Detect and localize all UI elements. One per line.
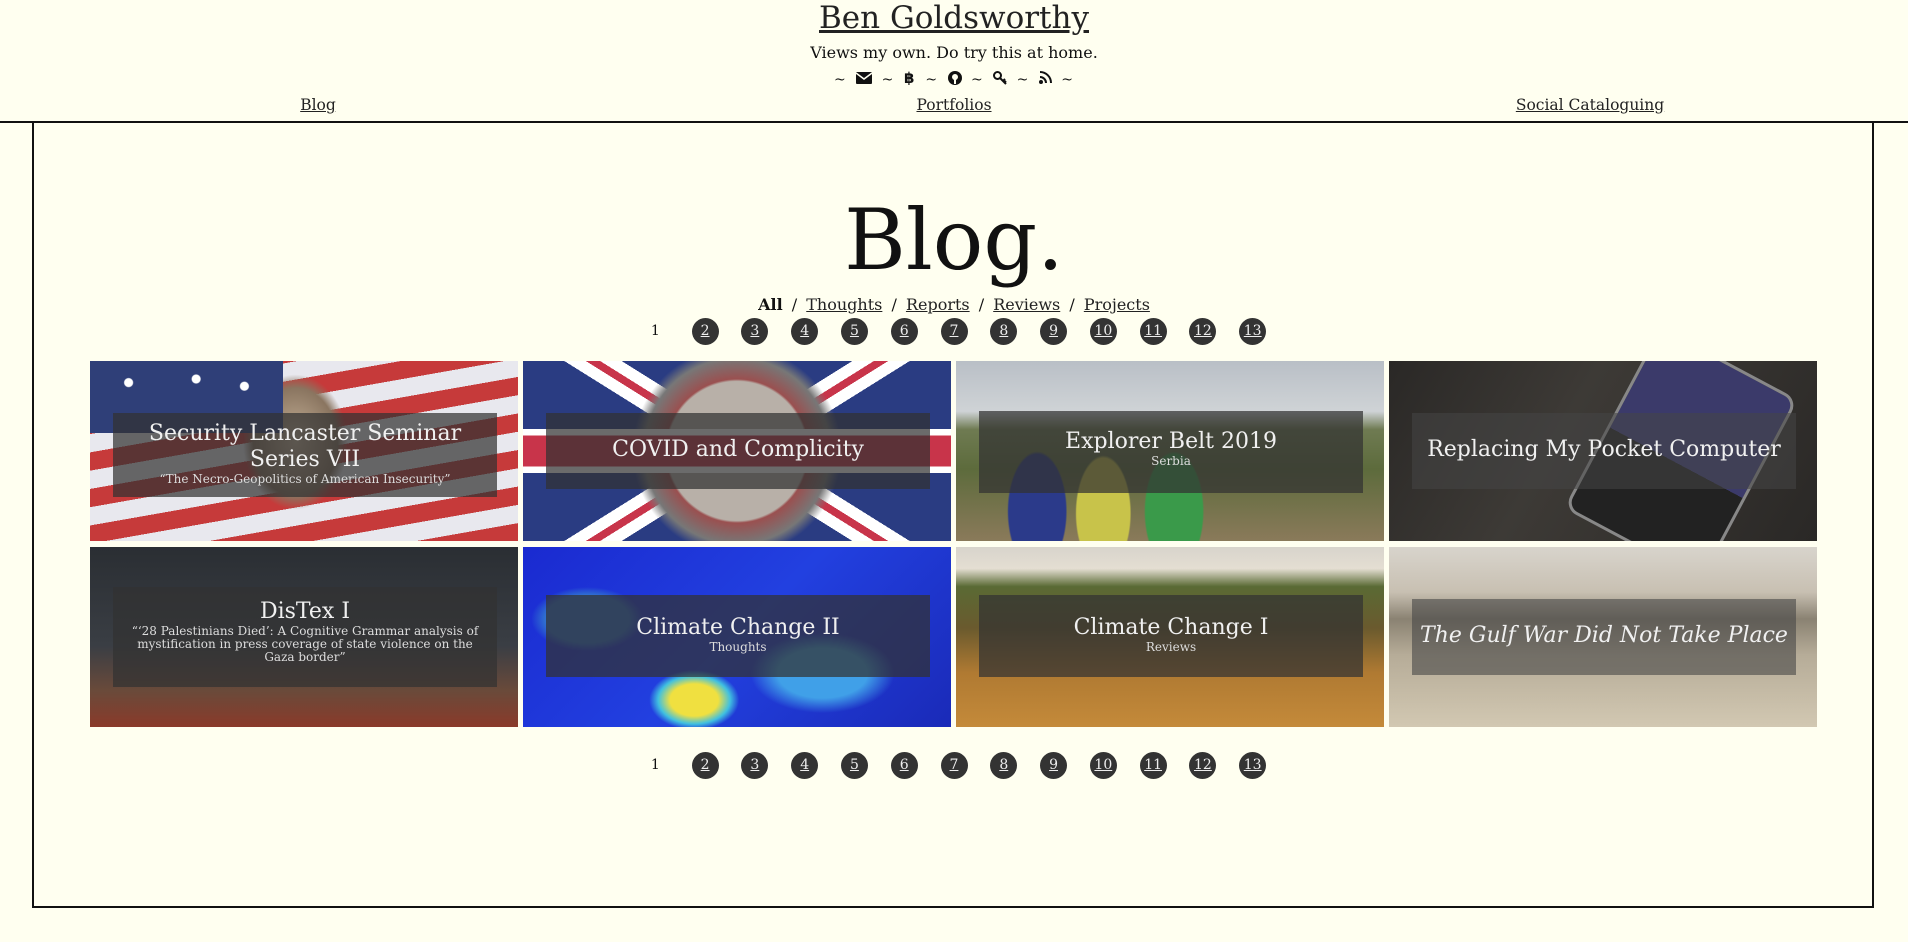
page-link[interactable]: 9 [1040, 752, 1068, 779]
page-link[interactable]: 5 [840, 318, 868, 345]
post-card-subtitle: Reviews [1145, 640, 1197, 654]
page-link[interactable]: 10 [1089, 752, 1117, 779]
post-card-overlay: COVID and Complicity [546, 413, 930, 489]
post-card[interactable]: Climate Change I Reviews [956, 547, 1384, 727]
post-card[interactable]: DisTex I “‘28 Palestinians Died’: A Cogn… [90, 547, 518, 727]
page-link[interactable]: 2 [691, 318, 719, 345]
post-card-title: Replacing My Pocket Computer [1427, 437, 1781, 462]
filter-projects[interactable]: Projects [1084, 295, 1150, 314]
bitcoin-icon[interactable]: ฿ [904, 69, 916, 90]
post-card-overlay: Climate Change I Reviews [979, 595, 1363, 677]
page-link[interactable]: 7 [940, 318, 968, 345]
post-card-subtitle: Thoughts [709, 640, 767, 654]
post-card-title: Security Lancaster Seminar Series VII [148, 421, 462, 472]
post-card-overlay: Security Lancaster Seminar Series VII “T… [113, 413, 497, 497]
site-title-link[interactable]: Ben Goldsworthy [819, 0, 1089, 36]
page-link[interactable]: 11 [1139, 318, 1167, 345]
email-icon[interactable] [855, 71, 873, 89]
page-link[interactable]: 12 [1189, 752, 1217, 779]
post-card[interactable]: Climate Change II Thoughts [523, 547, 951, 727]
post-card-title: The Gulf War Did Not Take Place [1420, 623, 1788, 648]
key-icon[interactable] [993, 70, 1007, 90]
pagination-bottom: 1 2 3 4 5 6 7 8 9 10 11 12 13 [0, 752, 1908, 782]
nav-portfolios-link[interactable]: Portfolios [916, 96, 991, 114]
post-card-title: Explorer Belt 2019 [1065, 429, 1277, 454]
page-current: 1 [650, 323, 660, 339]
filter-separator: / [978, 295, 985, 314]
page-link[interactable]: 3 [741, 318, 769, 345]
page-link[interactable]: 7 [940, 752, 968, 779]
post-card-subtitle: “The Necro-Geopolitics of American Insec… [159, 472, 451, 486]
separator: ~ [1016, 72, 1030, 88]
post-card-title: Climate Change I [1073, 615, 1269, 640]
post-card-overlay: Replacing My Pocket Computer [1412, 413, 1796, 489]
filter-all[interactable]: All [758, 295, 783, 314]
post-card-subtitle: “‘28 Palestinians Died’: A Cognitive Gra… [131, 624, 479, 664]
rss-icon[interactable] [1038, 71, 1052, 89]
page-link[interactable]: 10 [1089, 318, 1117, 345]
separator: ~ [834, 72, 847, 88]
post-card-overlay: DisTex I “‘28 Palestinians Died’: A Cogn… [113, 587, 497, 687]
post-card[interactable]: The Gulf War Did Not Take Place [1389, 547, 1817, 727]
social-icon-row: ~ ~ ฿ ~ ~ ~ ~ [0, 69, 1908, 90]
page-link[interactable]: 3 [741, 752, 769, 779]
filter-separator: / [891, 295, 897, 314]
filter-separator: / [1069, 295, 1075, 314]
post-card-title: COVID and Complicity [612, 437, 864, 462]
github-icon[interactable] [947, 70, 962, 90]
filter-separator: / [791, 295, 798, 314]
nav-social-cataloguing-link[interactable]: Social Cataloguing [1516, 96, 1664, 114]
post-card-overlay: The Gulf War Did Not Take Place [1412, 599, 1796, 675]
category-filters: All / Thoughts / Reports / Reviews / Pro… [0, 295, 1908, 315]
post-card-overlay: Explorer Belt 2019 Serbia [979, 411, 1363, 493]
page-link[interactable]: 6 [890, 318, 918, 345]
separator: ~ [970, 72, 984, 88]
post-card[interactable]: Replacing My Pocket Computer [1389, 361, 1817, 541]
site-tagline: Views my own. Do try this at home. [810, 43, 1098, 62]
separator: ~ [1061, 72, 1074, 88]
post-card-title: Climate Change II [636, 615, 840, 640]
page-link[interactable]: 4 [791, 752, 819, 779]
nav-blog-link[interactable]: Blog [300, 96, 336, 114]
post-card-title: DisTex I [259, 599, 351, 624]
filter-reports[interactable]: Reports [906, 295, 970, 314]
page-link[interactable]: 11 [1139, 752, 1167, 779]
post-card[interactable]: Security Lancaster Seminar Series VII “T… [90, 361, 518, 541]
post-card-subtitle: Serbia [1151, 454, 1191, 468]
page-link[interactable]: 13 [1239, 752, 1267, 779]
page-current: 1 [650, 757, 660, 773]
page-link[interactable]: 9 [1040, 318, 1068, 345]
pagination-top: 1 2 3 4 5 6 7 8 9 10 11 12 13 [0, 318, 1908, 348]
filter-thoughts[interactable]: Thoughts [806, 295, 882, 314]
separator: ~ [925, 72, 939, 88]
page-link[interactable]: 13 [1239, 318, 1267, 345]
page-link[interactable]: 4 [791, 318, 819, 345]
top-navigation: Blog Portfolios Social Cataloguing [0, 96, 1908, 120]
page-link[interactable]: 8 [990, 752, 1018, 779]
page-title: Blog. [844, 191, 1064, 289]
page-link[interactable]: 5 [840, 752, 868, 779]
filter-reviews[interactable]: Reviews [993, 295, 1060, 314]
post-card-overlay: Climate Change II Thoughts [546, 595, 930, 677]
svg-text:฿: ฿ [904, 70, 915, 85]
post-card[interactable]: COVID and Complicity [523, 361, 951, 541]
page-link[interactable]: 6 [890, 752, 918, 779]
page-link[interactable]: 12 [1189, 318, 1217, 345]
page-link[interactable]: 8 [990, 318, 1018, 345]
post-grid: Security Lancaster Seminar Series VII “T… [90, 361, 1818, 727]
page-link[interactable]: 2 [691, 752, 719, 779]
site-title: Ben Goldsworthy [0, 0, 1908, 36]
post-card[interactable]: Explorer Belt 2019 Serbia [956, 361, 1384, 541]
separator: ~ [881, 72, 895, 88]
